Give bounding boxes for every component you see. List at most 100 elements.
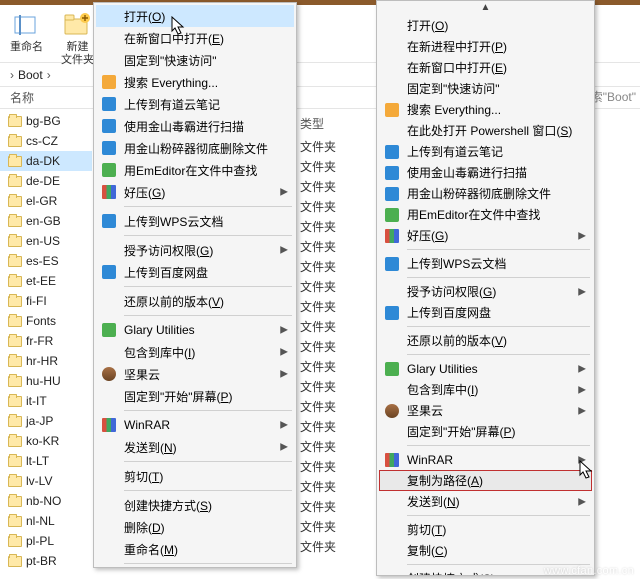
- context-menu-left[interactable]: 打开(O)在新窗口中打开(E)固定到"快速访问"搜索 Everything...…: [93, 2, 297, 568]
- folder-item[interactable]: lv-LV: [0, 471, 92, 491]
- type-cell: 文件夹: [300, 137, 378, 157]
- menu-item[interactable]: 用EmEditor在文件中查找: [379, 204, 592, 225]
- folder-icon: [8, 516, 22, 527]
- menu-item[interactable]: 包含到库中(I)▶: [96, 341, 294, 363]
- folder-item[interactable]: el-GR: [0, 191, 92, 211]
- menu-item[interactable]: 包含到库中(I)▶: [379, 379, 592, 400]
- menu-item[interactable]: 在新窗口中打开(E): [96, 27, 294, 49]
- menu-item[interactable]: 搜索 Everything...: [379, 99, 592, 120]
- folder-item[interactable]: fr-FR: [0, 331, 92, 351]
- menu-item[interactable]: 上传到有道云笔记: [96, 93, 294, 115]
- menu-item[interactable]: WinRAR▶: [96, 414, 294, 436]
- menu-item[interactable]: 复制(C): [379, 540, 592, 561]
- menu-item[interactable]: 还原以前的版本(V): [96, 290, 294, 312]
- menu-item[interactable]: 上传到WPS云文档: [379, 253, 592, 274]
- folder-item[interactable]: bg-BG: [0, 111, 92, 131]
- menu-item[interactable]: 剪切(T): [379, 519, 592, 540]
- menu-item[interactable]: 使用金山毒霸进行扫描: [96, 115, 294, 137]
- menu-item[interactable]: 固定到"快速访问": [96, 49, 294, 71]
- folder-item[interactable]: pl-PL: [0, 531, 92, 551]
- type-cell: 文件夹: [300, 217, 378, 237]
- menu-item[interactable]: 上传到有道云笔记: [379, 141, 592, 162]
- folder-label: da-DK: [26, 154, 60, 168]
- menu-item[interactable]: 固定到"开始"屏幕(P): [96, 385, 294, 407]
- folder-item[interactable]: et-EE: [0, 271, 92, 291]
- folder-label: hr-HR: [26, 354, 58, 368]
- menu-item[interactable]: 固定到"快速访问": [379, 78, 592, 99]
- folder-item[interactable]: nb-NO: [0, 491, 92, 511]
- folder-item[interactable]: ko-KR: [0, 431, 92, 451]
- menu-item-label: 好压(G): [124, 184, 165, 201]
- folder-item[interactable]: Fonts: [0, 311, 92, 331]
- menu-item[interactable]: 重命名(M): [96, 538, 294, 560]
- menu-item[interactable]: 坚果云▶: [96, 363, 294, 385]
- breadcrumb-item[interactable]: Boot: [18, 68, 43, 82]
- menu-item[interactable]: 属性(R): [96, 567, 294, 568]
- folder-item[interactable]: lt-LT: [0, 451, 92, 471]
- menu-item[interactable]: 还原以前的版本(V): [379, 330, 592, 351]
- menu-item[interactable]: 搜索 Everything...: [96, 71, 294, 93]
- menu-item[interactable]: Glary Utilities▶: [379, 358, 592, 379]
- menu-item-label: 上传到百度网盘: [407, 304, 491, 321]
- new-folder-button[interactable]: 新建 文件夹: [57, 9, 98, 69]
- menu-item[interactable]: 授予访问权限(G)▶: [379, 281, 592, 302]
- file-list[interactable]: bg-BGcs-CZ da-DK de-DEel-GR en-GB en-USes-ES…: [0, 109, 92, 579]
- menu-item[interactable]: 剪切(T): [96, 465, 294, 487]
- column-type-header[interactable]: 类型: [300, 113, 378, 137]
- menu-item[interactable]: 发送到(N)▶: [379, 491, 592, 512]
- menu-item[interactable]: 坚果云▶: [379, 400, 592, 421]
- menu-item[interactable]: 打开(O): [379, 15, 592, 36]
- menu-item[interactable]: 用金山粉碎器彻底删除文件: [379, 183, 592, 204]
- menu-item[interactable]: 在新窗口中打开(E): [379, 57, 592, 78]
- sq-bl-icon: [101, 140, 117, 156]
- menu-item[interactable]: 打开(O): [96, 5, 294, 27]
- folder-icon: [8, 396, 22, 407]
- menu-item[interactable]: 使用金山毒霸进行扫描: [379, 162, 592, 183]
- menu-item-label: WinRAR: [407, 453, 453, 467]
- menu-item[interactable]: 好压(G)▶: [379, 225, 592, 246]
- menu-item[interactable]: 用EmEditor在文件中查找: [96, 159, 294, 181]
- menu-item[interactable]: 发送到(N)▶: [96, 436, 294, 458]
- menu-item[interactable]: 在此处打开 Powershell 窗口(S): [379, 120, 592, 141]
- menu-item[interactable]: Glary Utilities▶: [96, 319, 294, 341]
- folder-item[interactable]: en-US: [0, 231, 92, 251]
- folder-item[interactable]: hu-HU: [0, 371, 92, 391]
- menu-scroll-up[interactable]: ▲: [379, 3, 592, 15]
- menu-item[interactable]: 在新进程中打开(P): [379, 36, 592, 57]
- menu-item[interactable]: 上传到WPS云文档: [96, 210, 294, 232]
- folder-item[interactable]: ja-JP: [0, 411, 92, 431]
- folder-item[interactable]: pt-BR: [0, 551, 92, 571]
- menu-item[interactable]: 上传到百度网盘: [96, 261, 294, 283]
- rename-label: 重命名: [10, 41, 43, 54]
- menu-item[interactable]: 固定到"开始"屏幕(P): [379, 421, 592, 442]
- folder-item[interactable]: da-DK: [0, 151, 92, 171]
- menu-item[interactable]: 删除(D): [96, 516, 294, 538]
- folder-icon: [8, 536, 22, 547]
- folder-item[interactable]: cs-CZ: [0, 131, 92, 151]
- folder-icon: [8, 376, 22, 387]
- menu-item[interactable]: 上传到百度网盘: [379, 302, 592, 323]
- submenu-arrow-icon: ▶: [280, 325, 288, 336]
- menu-item[interactable]: 好压(G)▶: [96, 181, 294, 203]
- folder-item[interactable]: it-IT: [0, 391, 92, 411]
- folder-label: en-GB: [26, 214, 61, 228]
- folder-item[interactable]: de-DE: [0, 171, 92, 191]
- folder-item[interactable]: en-GB: [0, 211, 92, 231]
- menu-separator: [407, 249, 590, 250]
- folder-item[interactable]: es-ES: [0, 251, 92, 271]
- menu-item[interactable]: 用金山粉碎器彻底删除文件: [96, 137, 294, 159]
- context-menu-right[interactable]: ▲打开(O)在新进程中打开(P)在新窗口中打开(E)固定到"快速访问"搜索 Ev…: [376, 0, 595, 576]
- sq-bl-icon: [101, 213, 117, 229]
- folder-item[interactable]: hr-HR: [0, 351, 92, 371]
- menu-item[interactable]: WinRAR▶: [379, 449, 592, 470]
- sq-gr-icon: [384, 207, 400, 223]
- rename-button[interactable]: 重命名: [6, 9, 47, 56]
- menu-item[interactable]: 授予访问权限(G)▶: [96, 239, 294, 261]
- menu-item-label: 上传到有道云笔记: [124, 96, 220, 113]
- watermark: www.cfan.com.cn: [544, 565, 634, 577]
- menu-item[interactable]: 复制为路径(A): [379, 470, 592, 491]
- folder-item[interactable]: fi-FI: [0, 291, 92, 311]
- folder-item[interactable]: nl-NL: [0, 511, 92, 531]
- menu-item[interactable]: 创建快捷方式(S): [96, 494, 294, 516]
- menu-item-label: 用金山粉碎器彻底删除文件: [124, 140, 268, 157]
